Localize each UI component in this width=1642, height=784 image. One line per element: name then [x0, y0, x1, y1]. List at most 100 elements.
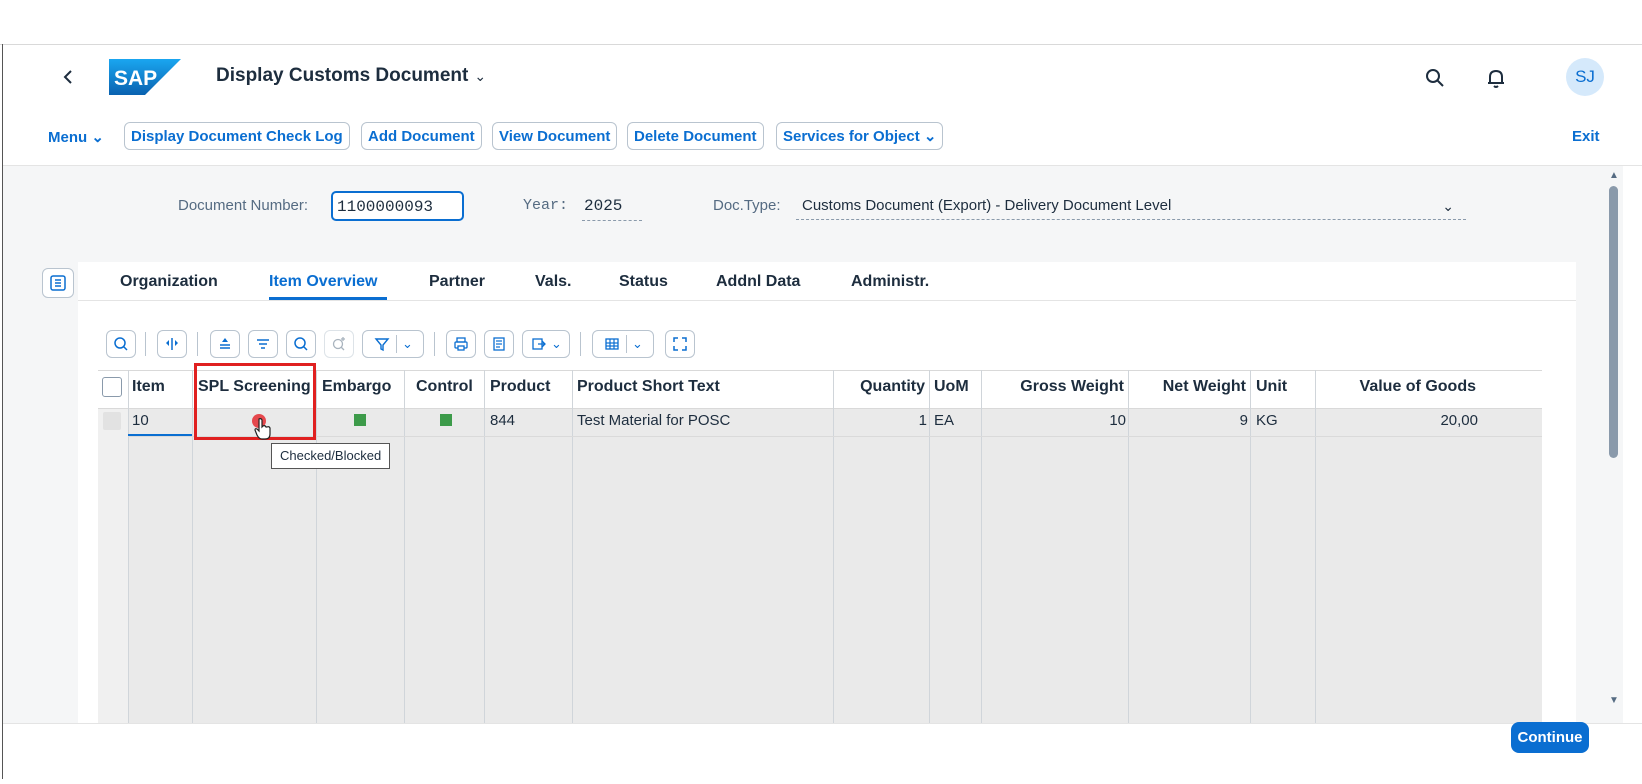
tab-status[interactable]: Status: [619, 273, 668, 291]
filter-button[interactable]: ⌄: [362, 330, 424, 358]
page-title: Display Customs Document: [216, 65, 469, 86]
status-tooltip: Checked/Blocked: [271, 443, 391, 469]
cell-value-of-goods: 20,00: [1440, 412, 1478, 429]
fullscreen-icon: [673, 337, 687, 351]
scroll-down-arrow-icon[interactable]: ▼: [1609, 695, 1619, 706]
toolbar-separator: [145, 332, 146, 356]
control-status-green[interactable]: [440, 414, 452, 426]
chevron-down-icon: ⌄: [91, 129, 104, 146]
column-divider: [572, 370, 573, 723]
menu-label: Menu: [48, 129, 88, 146]
sort-descending-button[interactable]: [248, 330, 278, 358]
tab-partner[interactable]: Partner: [429, 273, 485, 291]
side-panel-toggle-button[interactable]: [42, 268, 74, 298]
column-header-value-of-goods[interactable]: Value of Goods: [1320, 378, 1476, 396]
layout-button[interactable]: ⌄: [592, 330, 654, 358]
column-header-item[interactable]: Item: [132, 378, 165, 396]
cell-net-weight: 9: [1239, 412, 1248, 429]
year-label: Year:: [523, 197, 569, 214]
cell-product-short-text: Test Material for POSC: [577, 412, 731, 429]
cell-gross-weight: 10: [1109, 412, 1126, 429]
select-all-checkbox[interactable]: [102, 377, 122, 397]
compare-button[interactable]: [157, 330, 187, 358]
toolbar-separator: [197, 332, 198, 356]
tab-administr[interactable]: Administr.: [851, 273, 929, 291]
view-document-button[interactable]: View Document: [492, 122, 618, 150]
print-icon: [454, 337, 468, 351]
sort-descending-icon: [257, 339, 269, 349]
services-for-object-label: Services for Object: [783, 128, 920, 145]
column-header-unit[interactable]: Unit: [1256, 378, 1287, 396]
cell-uom: EA: [934, 412, 955, 429]
display-document-check-log-button[interactable]: Display Document Check Log: [124, 122, 350, 150]
zoom-details-button[interactable]: [106, 330, 136, 358]
column-header-product-short-text[interactable]: Product Short Text: [577, 378, 720, 396]
sap-logo-text: SAP: [114, 67, 157, 90]
column-header-product[interactable]: Product: [490, 378, 550, 396]
column-divider: [833, 370, 834, 723]
scroll-up-arrow-icon[interactable]: ▲: [1609, 170, 1619, 181]
filter-icon: [374, 338, 390, 352]
zoom-details-icon: [114, 337, 128, 351]
cell-item: 10: [132, 412, 149, 429]
document-number-field[interactable]: 1100000093: [331, 191, 464, 221]
column-divider: [929, 370, 930, 723]
row-selector-column: [98, 407, 128, 723]
back-button[interactable]: [58, 66, 80, 88]
column-header-embargo[interactable]: Embargo: [322, 378, 391, 396]
delete-document-button[interactable]: Delete Document: [627, 122, 764, 150]
column-divider: [1128, 370, 1129, 723]
column-header-uom[interactable]: UoM: [934, 378, 969, 396]
export-icon: [532, 338, 546, 350]
search-button[interactable]: [1423, 66, 1447, 90]
find-next-icon: [332, 337, 345, 351]
avatar[interactable]: SJ: [1566, 58, 1604, 96]
print-button[interactable]: [446, 330, 476, 358]
column-header-net-weight[interactable]: Net Weight: [1133, 378, 1246, 396]
view-icon: [493, 337, 505, 351]
column-divider: [316, 370, 317, 723]
continue-button[interactable]: Continue: [1511, 722, 1589, 753]
tab-organization[interactable]: Organization: [120, 273, 218, 291]
find-icon: [294, 337, 308, 351]
doctype-select[interactable]: Customs Document (Export) - Delivery Doc…: [796, 192, 1466, 220]
row-divider: [128, 436, 1542, 437]
column-header-control[interactable]: Control: [416, 378, 473, 396]
tab-vals[interactable]: Vals.: [535, 273, 571, 291]
embargo-status-green[interactable]: [354, 414, 366, 426]
sap-logo[interactable]: SAP: [109, 59, 181, 95]
chevron-down-icon: ⌄: [923, 128, 937, 145]
find-button[interactable]: [286, 330, 316, 358]
cell-unit: KG: [1256, 412, 1278, 429]
scroll-thumb[interactable]: [1609, 186, 1618, 458]
tab-addnl-data[interactable]: Addnl Data: [716, 273, 800, 291]
sort-ascending-icon: [220, 338, 230, 349]
menu-button[interactable]: Menu ⌄: [48, 128, 104, 146]
exit-button[interactable]: Exit: [1572, 128, 1600, 145]
column-divider: [484, 370, 485, 723]
panel-toggle-icon: [50, 275, 66, 291]
view-button[interactable]: [484, 330, 514, 358]
tab-item-overview[interactable]: Item Overview: [269, 273, 378, 291]
sort-ascending-button[interactable]: [210, 330, 240, 358]
chevron-down-icon: ⌄: [402, 336, 413, 351]
column-header-gross-weight[interactable]: Gross Weight: [986, 378, 1124, 396]
notifications-button[interactable]: [1484, 66, 1508, 90]
chevron-down-icon: ⌄: [632, 336, 643, 351]
year-field[interactable]: 2025: [582, 192, 642, 221]
search-icon: [1426, 69, 1444, 87]
doctype-label: Doc.Type:: [713, 197, 781, 214]
chevron-down-icon: ⌄: [474, 68, 487, 84]
footer-divider: [3, 723, 1642, 724]
export-button[interactable]: ⌄: [522, 330, 570, 358]
chevron-down-icon: ⌄: [551, 336, 562, 351]
doctype-value: Customs Document (Export) - Delivery Doc…: [802, 197, 1172, 214]
row-selector[interactable]: [103, 412, 121, 430]
column-header-quantity[interactable]: Quantity: [838, 378, 925, 396]
cell-product: 844: [490, 412, 516, 429]
add-document-button[interactable]: Add Document: [361, 122, 482, 150]
find-next-button[interactable]: [324, 330, 354, 358]
fullscreen-button[interactable]: [665, 330, 695, 358]
services-for-object-button[interactable]: Services for Object ⌄: [776, 122, 944, 150]
app-title-menu[interactable]: Display Customs Document ⌄: [216, 65, 486, 87]
